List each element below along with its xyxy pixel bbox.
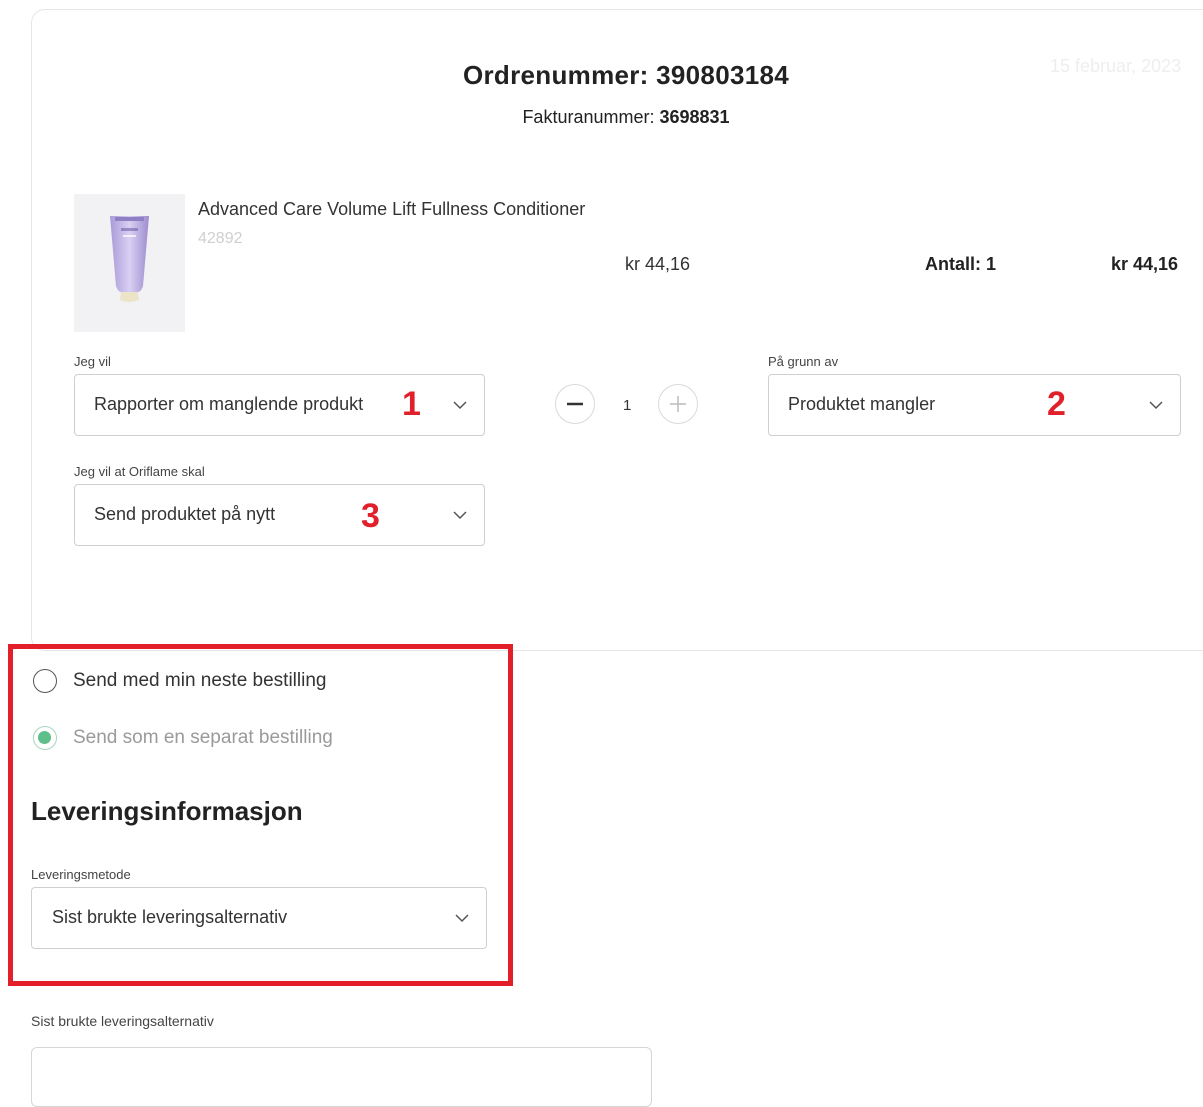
product-image: [74, 194, 185, 332]
invoice-number: Fakturanummer: 3698831: [0, 107, 1203, 128]
delivery-method-label: Leveringsmetode: [31, 867, 131, 882]
annotation-marker-3: 3: [361, 497, 380, 535]
delivery-info-heading: Leveringsinformasjon: [31, 796, 303, 826]
reason-label: På grunn av: [768, 354, 839, 369]
increase-quantity-button[interactable]: [658, 384, 698, 424]
order-number-label: Ordrenummer:: [462, 60, 657, 90]
chevron-down-icon: [455, 914, 469, 923]
radio-separate-order[interactable]: [33, 726, 57, 750]
chevron-down-icon: [453, 511, 467, 520]
order-card: [31, 9, 1203, 651]
radio-next-order-label[interactable]: Send med min neste bestilling: [73, 670, 326, 692]
radio-separate-order-label[interactable]: Send som en separat bestilling: [73, 727, 333, 749]
want-label: Jeg vil: [74, 354, 111, 369]
decrease-quantity-button[interactable]: [555, 384, 595, 424]
action-select-value: Send produktet på nytt: [94, 504, 276, 524]
want-select-value: Rapporter om manglende produkt: [94, 394, 364, 414]
chevron-down-icon: [1149, 401, 1163, 410]
delivery-details-field[interactable]: [31, 1047, 652, 1107]
minus-icon: [567, 402, 583, 406]
total-price: kr 44,16: [1111, 254, 1179, 274]
last-used-delivery-label: Sist brukte leveringsalternativ: [31, 1013, 214, 1029]
invoice-number-label: Fakturanummer:: [522, 107, 660, 127]
reason-select[interactable]: Produktet mangler: [768, 374, 1181, 436]
conditioner-tube-icon: [110, 216, 149, 302]
quantity-label: Antall: 1: [925, 254, 997, 274]
reason-select-value: Produktet mangler: [788, 394, 936, 414]
unit-price: kr 44,16: [625, 254, 691, 274]
invoice-number-value: 3698831: [659, 107, 730, 127]
delivery-method-select[interactable]: Sist brukte leveringsalternativ: [31, 887, 487, 949]
product-name: Advanced Care Volume Lift Fullness Condi…: [198, 199, 586, 219]
order-number-value: 390803184: [656, 60, 789, 90]
want-select[interactable]: Rapporter om manglende produkt: [74, 374, 485, 436]
action-select[interactable]: Send produktet på nytt: [74, 484, 485, 546]
radio-next-order[interactable]: [33, 669, 57, 693]
product-code: 42892: [198, 230, 243, 247]
action-label: Jeg vil at Oriflame skal: [74, 464, 205, 479]
delivery-method-value: Sist brukte leveringsalternativ: [52, 907, 288, 927]
order-number-heading: Ordrenummer: 390803184: [0, 60, 1203, 91]
annotation-marker-1: 1: [402, 385, 421, 423]
annotation-marker-2: 2: [1047, 385, 1066, 423]
chevron-down-icon: [453, 401, 467, 410]
order-date: 15 februar, 2023: [1050, 56, 1182, 76]
plus-icon: [670, 396, 686, 412]
quantity-stepper-value[interactable]: 1: [623, 397, 631, 414]
